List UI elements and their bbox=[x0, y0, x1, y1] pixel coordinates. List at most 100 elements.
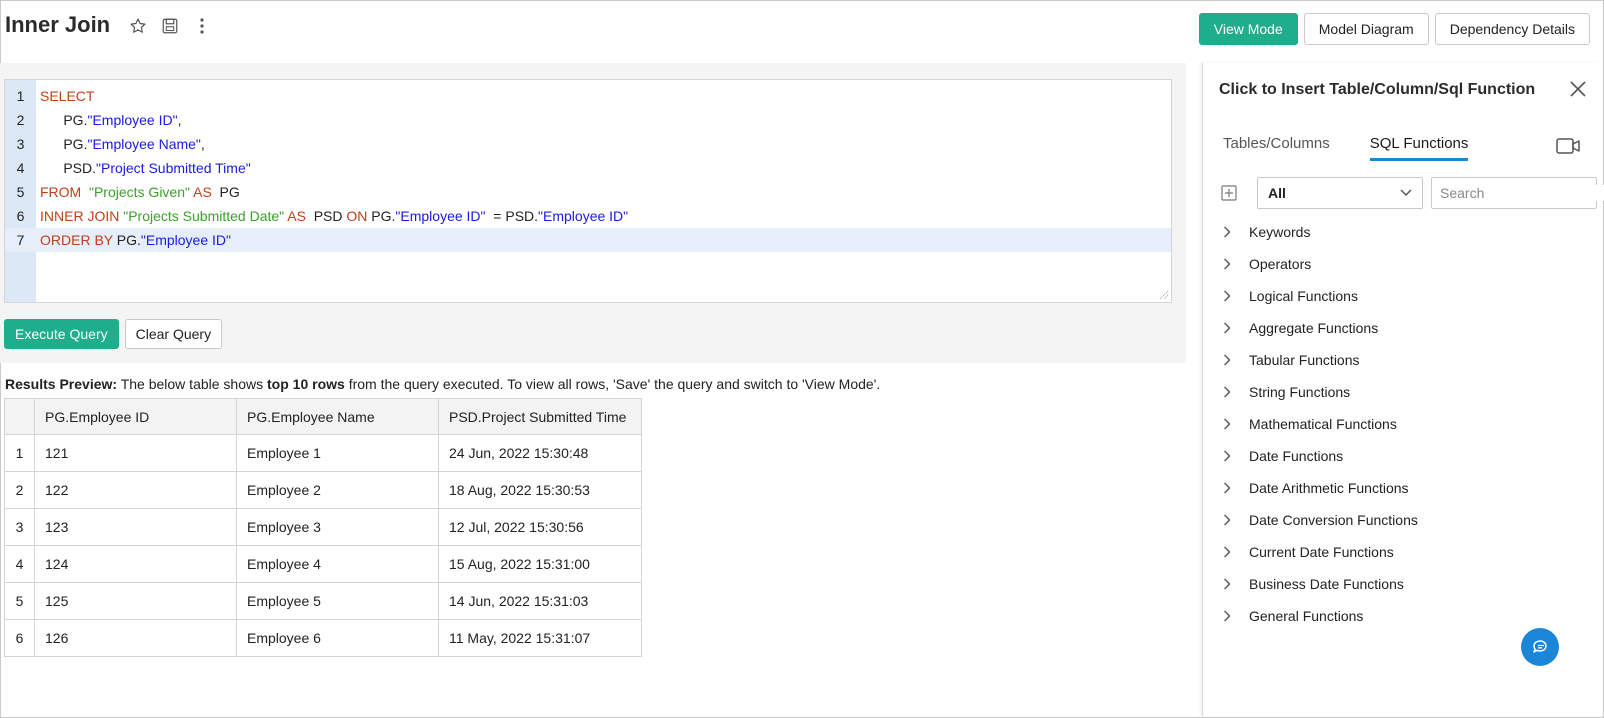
punctuation: , bbox=[200, 136, 205, 152]
function-category-item[interactable]: Date Conversion Functions bbox=[1223, 504, 1418, 536]
function-category-item[interactable]: General Functions bbox=[1223, 600, 1418, 632]
chevron-right-icon bbox=[1223, 258, 1243, 270]
table-row: 1 121 Employee 1 24 Jun, 2022 15:30:48 bbox=[4, 434, 642, 472]
execute-query-button[interactable]: Execute Query bbox=[4, 319, 119, 349]
line-number: 6 bbox=[16, 208, 25, 224]
search-input[interactable] bbox=[1440, 185, 1604, 201]
row-index: 1 bbox=[4, 434, 35, 472]
table-cell: 12 Jul, 2022 15:30:56 bbox=[438, 508, 642, 546]
chevron-right-icon bbox=[1223, 418, 1243, 430]
line-number: 1 bbox=[16, 88, 25, 104]
row-index-header bbox=[4, 398, 35, 435]
sql-keyword: AS bbox=[284, 208, 306, 224]
query-editor-area: 1 SELECT 2 PG."Employee ID", 3 PG."Emplo… bbox=[0, 63, 1186, 363]
column-identifier: "Employee ID" bbox=[538, 208, 629, 224]
table-cell: 126 bbox=[34, 619, 237, 657]
tab-tables-columns[interactable]: Tables/Columns bbox=[1223, 135, 1330, 161]
table-row: 5 125 Employee 5 14 Jun, 2022 15:31:03 bbox=[4, 582, 642, 620]
column-identifier: "Project Submitted Time" bbox=[96, 160, 251, 176]
resize-handle-icon[interactable] bbox=[1157, 288, 1169, 300]
code-line: 2 PG."Employee ID", bbox=[5, 108, 1171, 132]
table-cell: Employee 2 bbox=[236, 471, 439, 509]
table-alias: PSD. bbox=[63, 160, 97, 176]
chevron-right-icon bbox=[1223, 226, 1243, 238]
function-category-item[interactable]: String Functions bbox=[1223, 376, 1418, 408]
table-alias: PG. bbox=[63, 112, 88, 128]
table-cell: 125 bbox=[34, 582, 237, 620]
code-line: 1 SELECT bbox=[5, 84, 1171, 108]
more-vertical-icon[interactable] bbox=[192, 16, 212, 36]
table-cell: 124 bbox=[34, 545, 237, 583]
table-cell: 121 bbox=[34, 434, 237, 472]
table-cell: 122 bbox=[34, 471, 237, 509]
function-category-select[interactable]: All bbox=[1257, 177, 1423, 209]
table-cell: 123 bbox=[34, 508, 237, 546]
function-search[interactable] bbox=[1431, 177, 1604, 209]
add-icon[interactable] bbox=[1221, 185, 1237, 201]
table-cell: Employee 6 bbox=[236, 619, 439, 657]
function-category-item[interactable]: Date Arithmetic Functions bbox=[1223, 472, 1418, 504]
code-line: 6 INNER JOIN "Projects Submitted Date" A… bbox=[5, 204, 1171, 228]
model-diagram-button[interactable]: Model Diagram bbox=[1303, 13, 1429, 45]
function-category-item[interactable]: Date Functions bbox=[1223, 440, 1418, 472]
table-name-string: "Projects Submitted Date" bbox=[119, 208, 285, 224]
chevron-right-icon bbox=[1223, 482, 1243, 494]
column-header[interactable]: PSD.Project Submitted Time bbox=[438, 398, 642, 435]
results-table: PG.Employee ID PG.Employee Name PSD.Proj… bbox=[4, 398, 642, 657]
filter-row: All bbox=[1221, 177, 1604, 209]
column-identifier: "Employee ID" bbox=[140, 232, 231, 248]
column-header[interactable]: PG.Employee Name bbox=[236, 398, 439, 435]
function-category-label: Date Conversion Functions bbox=[1249, 512, 1418, 528]
save-icon[interactable] bbox=[160, 16, 180, 36]
table-row: 2 122 Employee 2 18 Aug, 2022 15:30:53 bbox=[4, 471, 642, 509]
table-cell: Employee 3 bbox=[236, 508, 439, 546]
chevron-right-icon bbox=[1223, 450, 1243, 462]
chevron-right-icon bbox=[1223, 578, 1243, 590]
function-category-label: Aggregate Functions bbox=[1249, 320, 1379, 336]
sql-editor[interactable]: 1 SELECT 2 PG."Employee ID", 3 PG."Emplo… bbox=[4, 79, 1172, 303]
code-line-active: 7 ORDER BY PG."Employee ID" bbox=[5, 228, 1171, 252]
chevron-right-icon bbox=[1223, 386, 1243, 398]
line-number: 5 bbox=[16, 184, 25, 200]
tab-sql-functions[interactable]: SQL Functions bbox=[1369, 135, 1469, 161]
function-category-list: Keywords Operators Logical Functions Agg… bbox=[1223, 216, 1418, 632]
function-category-label: Date Arithmetic Functions bbox=[1249, 480, 1409, 496]
function-category-item[interactable]: Logical Functions bbox=[1223, 280, 1418, 312]
chat-button[interactable] bbox=[1521, 628, 1559, 666]
function-category-item[interactable]: Keywords bbox=[1223, 216, 1418, 248]
table-alias: PG bbox=[211, 184, 240, 200]
select-value: All bbox=[1268, 185, 1286, 201]
table-cell: 15 Aug, 2022 15:31:00 bbox=[438, 545, 642, 583]
view-mode-button[interactable]: View Mode bbox=[1198, 13, 1298, 45]
video-icon[interactable] bbox=[1556, 137, 1580, 155]
page-title: Inner Join bbox=[5, 12, 111, 37]
function-category-item[interactable]: Tabular Functions bbox=[1223, 344, 1418, 376]
star-icon[interactable] bbox=[128, 16, 148, 36]
function-category-item[interactable]: Business Date Functions bbox=[1223, 568, 1418, 600]
table-cell: Employee 4 bbox=[236, 545, 439, 583]
close-icon[interactable] bbox=[1568, 79, 1588, 99]
panel-title: Click to Insert Table/Column/Sql Functio… bbox=[1219, 81, 1536, 98]
clear-query-button[interactable]: Clear Query bbox=[124, 319, 223, 349]
function-category-item[interactable]: Current Date Functions bbox=[1223, 536, 1418, 568]
table-alias: PG. bbox=[112, 232, 141, 248]
dependency-details-button[interactable]: Dependency Details bbox=[1434, 13, 1590, 45]
panel-tabs: Tables/Columns SQL Functions bbox=[1223, 135, 1469, 161]
function-category-item[interactable]: Aggregate Functions bbox=[1223, 312, 1418, 344]
column-header[interactable]: PG.Employee ID bbox=[34, 398, 237, 435]
function-category-label: Operators bbox=[1249, 256, 1312, 272]
table-row: 4 124 Employee 4 15 Aug, 2022 15:31:00 bbox=[4, 545, 642, 583]
title-actions bbox=[128, 16, 212, 36]
function-category-label: String Functions bbox=[1249, 384, 1351, 400]
table-cell: 11 May, 2022 15:31:07 bbox=[438, 619, 642, 657]
function-category-item[interactable]: Operators bbox=[1223, 248, 1418, 280]
function-category-item[interactable]: Mathematical Functions bbox=[1223, 408, 1418, 440]
chevron-right-icon bbox=[1223, 514, 1243, 526]
query-actions: Execute Query Clear Query bbox=[4, 319, 223, 349]
sql-keyword: ON bbox=[346, 208, 368, 224]
chevron-right-icon bbox=[1223, 546, 1243, 558]
